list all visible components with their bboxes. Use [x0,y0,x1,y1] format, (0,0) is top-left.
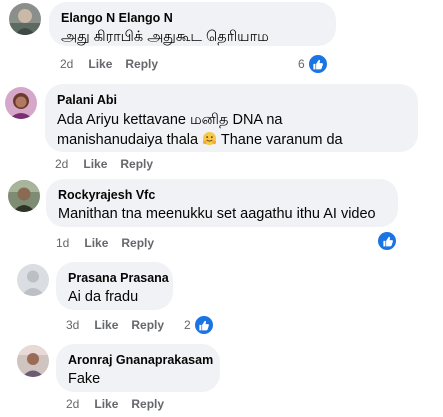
like-thumbs-up-icon [376,230,398,252]
reaction-number: 2 [184,318,191,332]
comment-text: Ai da fradu [68,289,139,305]
reaction-count[interactable]: 6 [298,53,329,75]
comment-actions: 2d Like Reply [66,397,177,411]
like-button[interactable]: Like [88,57,112,71]
comment-time[interactable]: 2d [60,57,73,71]
comment-bubble: Rockyrajesh Vfc Manithan tna meenukku se… [46,179,398,227]
comment-text-line-1: Ada Ariyu kettavane மனித DNA na [57,112,283,128]
comment-bubble: Palani Abi Ada Ariyu kettavane மனித DNA … [45,84,418,152]
comment-actions: 3d Like Reply [66,318,177,332]
comment-text-part: Thane varanum da [220,132,343,148]
reply-button[interactable]: Reply [120,157,153,171]
comment-time[interactable]: 3d [66,318,79,332]
avatar[interactable] [8,180,40,212]
comment-author[interactable]: Rockyrajesh Vfc [58,187,386,203]
comment-author[interactable]: Elango N Elango N [61,10,324,26]
reaction-count[interactable]: 2 [184,314,215,336]
reaction-count[interactable] [376,230,398,252]
like-button[interactable]: Like [94,397,118,411]
comment-author[interactable]: Palani Abi [57,92,406,108]
like-button[interactable]: Like [83,157,107,171]
comment-actions: 2d Like Reply [60,57,171,71]
like-thumbs-up-icon [192,314,215,336]
reply-button[interactable]: Reply [131,397,164,411]
avatar[interactable] [17,345,49,377]
comment-bubble: Prasana Prasana Ai da fradu [56,262,173,310]
avatar[interactable] [5,87,37,119]
comment-text-part: manishanudaiya thala [57,132,199,148]
comment-text: Ada Ariyu kettavane மனித DNA na manishan… [57,110,406,152]
comment-text: அது கிராபிக் அதுகூட தெரியாம [61,29,269,45]
hugging-face-emoji-icon [202,131,217,152]
like-thumbs-up-icon [306,53,329,75]
comment-author[interactable]: Prasana Prasana [68,270,169,286]
comment-time[interactable]: 2d [66,397,79,411]
reply-button[interactable]: Reply [125,57,158,71]
avatar[interactable] [9,3,41,35]
like-button[interactable]: Like [94,318,118,332]
comment-time[interactable]: 1d [56,236,69,250]
reply-button[interactable]: Reply [131,318,164,332]
comment-bubble: Aronraj Gnanaprakasam Fake [56,344,220,392]
like-button[interactable]: Like [84,236,108,250]
comment-actions: 2d Like Reply [55,157,166,171]
avatar[interactable] [17,264,49,296]
comment-text: Manithan tna meenukku set aagathu ithu A… [58,206,376,222]
reaction-number: 6 [298,57,305,71]
comment-author[interactable]: Aronraj Gnanaprakasam [68,352,213,368]
comment-bubble: Elango N Elango N அது கிராபிக் அதுகூட தெ… [49,2,336,46]
comment-text-line-2: manishanudaiya thala Thane varanum da [57,130,406,152]
comment-time[interactable]: 2d [55,157,68,171]
comment-actions: 1d Like Reply [56,236,167,250]
reply-button[interactable]: Reply [121,236,154,250]
comment-text: Fake [68,371,101,387]
